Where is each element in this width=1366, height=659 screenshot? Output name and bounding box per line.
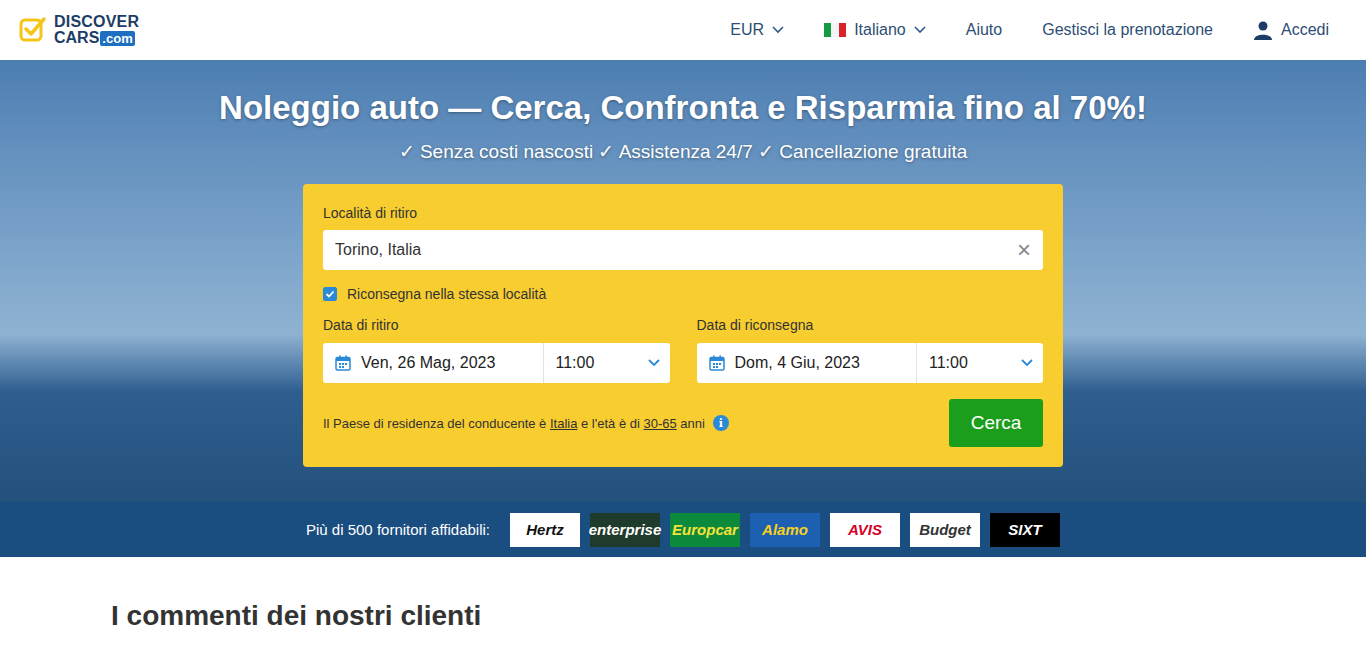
pickup-input[interactable]: Torino, Italia × [323,230,1043,270]
currency-select[interactable]: EUR [730,21,784,39]
dates-row: Data di ritiro Ven, 26 Mag, 2023 11:00 D… [323,316,1043,383]
provider-logo: enterprise [590,513,660,547]
provider-logo: AVIS [830,513,900,547]
clear-button[interactable]: × [1017,238,1031,262]
chevron-down-icon [1021,359,1033,367]
residency-link[interactable]: 30-65 [644,416,677,431]
header: DISCOVER CARS.com EUR Italiano Aiuto Ges… [0,0,1366,60]
chevron-down-icon [914,26,926,34]
search-button[interactable]: Cerca [949,399,1043,447]
hero-subtitle: ✓ Senza costi nascosti ✓ Assistenza 24/7… [399,140,968,164]
help-link[interactable]: Aiuto [966,21,1002,39]
logo[interactable]: DISCOVER CARS.com [18,14,139,46]
time-select[interactable]: 11:00 [917,343,1043,383]
provider-logo: Hertz [510,513,580,547]
logo-check-icon [18,15,48,45]
field-label: Data di ritiro [323,316,670,334]
provider-logo: Budget [910,513,980,547]
date-group: Data di riconsegna Dom, 4 Giu, 2023 11:0… [697,316,1044,383]
providers-strip: Più di 500 fornitori affidabili: Hertzen… [0,502,1366,557]
manage-booking-link[interactable]: Gestisci la prenotazione [1042,21,1213,39]
date-input[interactable]: Ven, 26 Mag, 2023 [323,343,544,383]
search-footer: Il Paese di residenza del conducente è I… [323,399,1043,447]
provider-logo: Alamo [750,513,820,547]
field-label: Località di ritiro [323,204,1043,222]
field-label: Data di riconsegna [697,316,1044,334]
search-panel: Località di ritiro Torino, Italia × Rico… [303,184,1063,467]
same-location-checkbox[interactable]: Riconsegna nella stessa località [323,286,1043,302]
logo-suffix: .com [100,31,134,46]
residency-link[interactable]: Italia [550,416,577,431]
chevron-down-icon [648,359,660,367]
residency-text: Il Paese di residenza del conducente è I… [323,415,729,431]
provider-logo: SIXT [990,513,1060,547]
check-icon [325,289,335,299]
date-field: Ven, 26 Mag, 2023 11:00 [323,343,670,383]
login-link[interactable]: Accedi [1253,20,1329,40]
calendar-icon [335,355,351,371]
reviews-section: I commenti dei nostri clienti [0,557,1366,633]
time-select[interactable]: 11:00 [544,343,670,383]
logo-text: DISCOVER CARS.com [54,14,139,46]
language-select[interactable]: Italiano [824,21,926,39]
date-group: Data di ritiro Ven, 26 Mag, 2023 11:00 [323,316,670,383]
providers-label: Più di 500 fornitori affidabili: [306,521,490,538]
italy-flag-icon [824,23,846,37]
provider-logo: Europcar [670,513,740,547]
chevron-down-icon [772,26,784,34]
info-icon[interactable]: i [713,415,729,431]
logo-word: CARS.com [54,30,139,46]
nav: EUR Italiano Aiuto Gestisci la prenotazi… [730,20,1329,40]
date-field: Dom, 4 Giu, 2023 11:00 [697,343,1044,383]
logo-word: DISCOVER [54,14,139,30]
hero-title: Noleggio auto — Cerca, Confronta e Rispa… [219,86,1147,130]
hero: Noleggio auto — Cerca, Confronta e Rispa… [0,60,1366,502]
user-icon [1253,20,1273,40]
date-input[interactable]: Dom, 4 Giu, 2023 [697,343,918,383]
page: DISCOVER CARS.com EUR Italiano Aiuto Ges… [0,0,1366,659]
calendar-icon [709,355,725,371]
reviews-title: I commenti dei nostri clienti [111,599,1255,633]
checkbox[interactable] [323,287,337,301]
